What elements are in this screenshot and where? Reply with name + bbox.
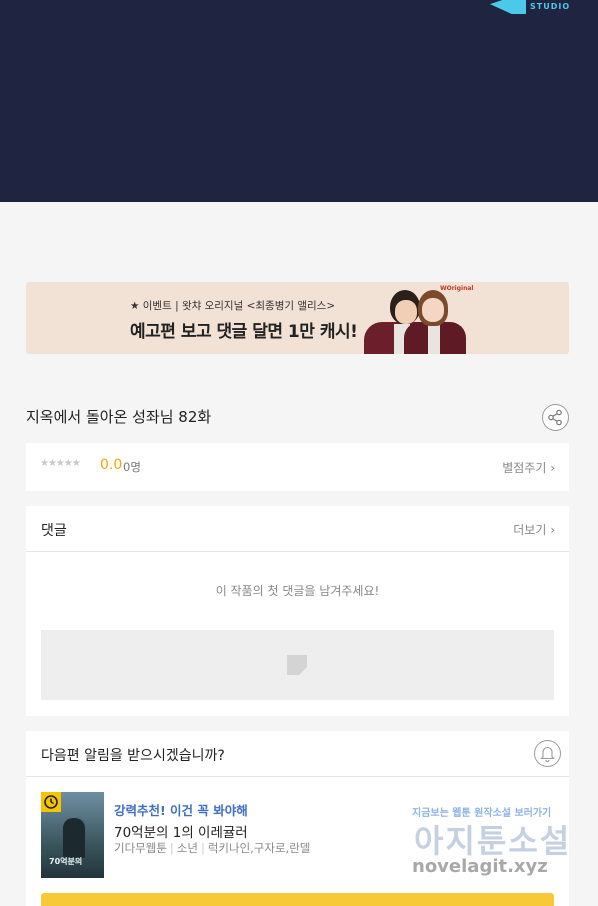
banner-headline: 예고편 보고 댓글 달면 1만 캐시! [130,322,358,342]
comment-input-area[interactable] [41,630,554,700]
comments-card: 댓글 더보기 › 이 작품의 첫 댓글을 남겨주세요! [26,506,569,716]
view-button[interactable] [41,893,554,906]
hero-banner: STUDIO [0,0,598,202]
banner-subtitle: ★ 이벤트 | 왓챠 오리지널 <최종병기 앨리스> [130,300,336,312]
work-title[interactable]: 70억분의 1의 이레귤러 [114,821,248,841]
rating-count: 0명 [123,460,141,474]
tag-item: 럭키나인,구자로,란델 [207,841,311,855]
episode-title: 지옥에서 돌아온 성좌님 82화 [26,408,212,426]
share-icon [548,409,562,426]
bell-icon [540,746,555,762]
tag-item: 기다무웹툰 [114,841,167,855]
comments-title: 댓글 [41,523,67,539]
next-episode-header: 다음편 알림을 받으시겠습니까? [26,731,569,777]
work-thumbnail[interactable]: 70억분의 [41,792,104,878]
event-banner[interactable]: ★ 이벤트 | 왓챠 오리지널 <최종병기 앨리스> 예고편 보고 댓글 달면 … [26,282,569,354]
note-icon [287,655,307,675]
comments-more-link[interactable]: 더보기 › [513,521,555,538]
thumbnail-title: 70억분의 [49,857,83,866]
banner-badge: WOriginal [440,285,474,292]
share-button[interactable] [542,404,569,431]
clock-icon [41,792,61,812]
rating-score: 0.0 [100,457,123,473]
tag-item: 소년 [176,841,198,855]
next-episode-question: 다음편 알림을 받으시겠습니까? [41,748,225,764]
comments-empty-message: 이 작품의 첫 댓글을 남겨주세요! [215,584,380,598]
studio-logo: STUDIO [490,0,570,18]
work-tags: 기다무웹툰 | 소년 | 럭키나인,구자로,란델 [114,841,311,855]
logo-text: STUDIO [530,2,571,11]
watermark: 지금보는 웹툰 원작소설 보러가기 아지툰소설 novelagit.xyz [408,800,588,890]
watermark-line3: novelagit.xyz [412,856,548,877]
rating-card: ★★★★★ 0.0 0명 별점주기 › [26,443,569,491]
promo-text: 강력추천! 이건 꼭 봐야해 [114,803,248,818]
logo-shape [490,0,526,14]
rating-stars[interactable]: ★★★★★ [40,458,81,469]
comments-header: 댓글 더보기 › [26,506,569,552]
rate-button[interactable]: 별점주기 › [502,459,555,476]
notify-button[interactable] [534,740,561,767]
